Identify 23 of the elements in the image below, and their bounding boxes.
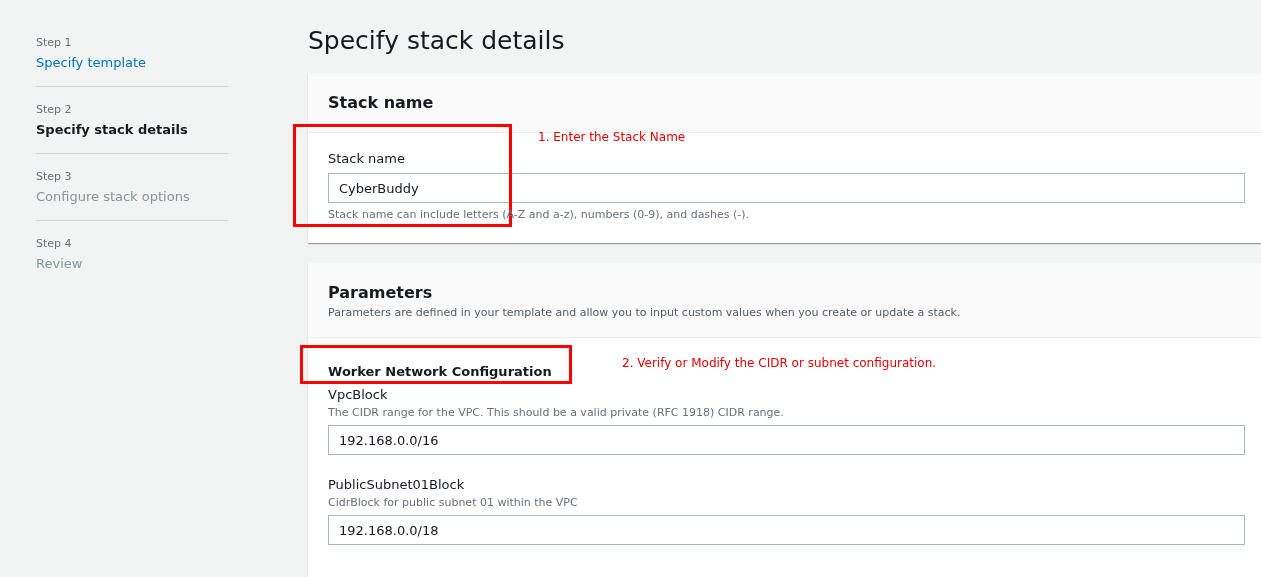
panel-heading: Stack name [328, 92, 435, 114]
step-link[interactable]: Specify template [36, 52, 228, 74]
cidr-input[interactable]: 192.168.0.0/16 [328, 425, 1245, 455]
group-heading: Worker Network Configuration [328, 364, 553, 379]
stack-name-input[interactable]: CyberBuddy [328, 173, 1245, 203]
step-label: Step 1 [36, 35, 73, 51]
annotation-text: 2. Verify or Modify the CIDR or subnet configuration. [622, 356, 937, 370]
field-description: CidrBlock for public subnet 01 within the VPC [328, 495, 579, 511]
step-name: Specify stack details [36, 121, 189, 139]
field-label: PublicSubnet01Block [328, 476, 466, 494]
field-label: Stack name [328, 150, 406, 168]
panel-description: Parameters are defined in your template and allow you to input custom values when you create or update a stack. [328, 306, 962, 319]
page-title: Specify stack details [308, 25, 566, 57]
panel-heading: Parameters [328, 282, 434, 304]
step-label: Step 4 [36, 236, 73, 252]
cidr-input[interactable]: 192.168.0.0/18 [328, 515, 1245, 545]
step-label: Step 2 [36, 102, 73, 118]
annotation-text: 1. Enter the Stack Name [538, 130, 686, 144]
field-description: The CIDR range for the VPC. This should be a valid private (RFC 1918) CIDR range. [328, 405, 785, 421]
step-label: Step 3 [36, 169, 73, 185]
step-name: Review [36, 255, 84, 273]
step-name: Configure stack options [36, 188, 191, 206]
field-label: VpcBlock [328, 386, 389, 404]
